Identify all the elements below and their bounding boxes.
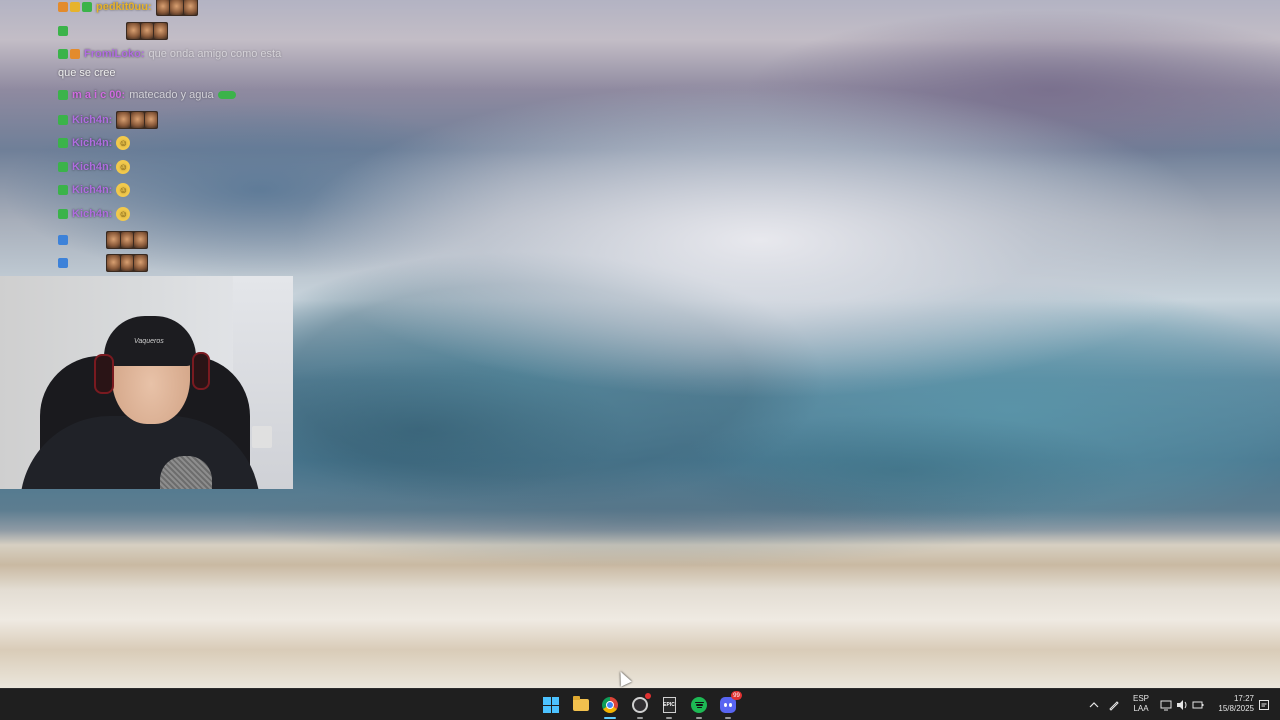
epic-games-icon: EPIC <box>662 697 676 713</box>
show-hidden-icons-button[interactable] <box>1086 697 1102 713</box>
badge-icon <box>58 49 68 59</box>
badge-icon <box>58 138 68 148</box>
chat-username: Kich4n: <box>72 114 113 126</box>
chat-line: m a i c 00: matecado y agua <box>58 86 236 104</box>
taskbar: EPIC 99 ESP LAA 17:27 15/8/2025 <box>0 688 1280 720</box>
volume-button[interactable] <box>1174 697 1190 713</box>
recording-indicator <box>645 693 651 699</box>
badge-icon <box>58 26 68 36</box>
taskbar-epic-games[interactable]: EPIC <box>657 693 681 719</box>
spotify-icon <box>691 697 707 713</box>
chat-message: que onda amigo como esta <box>148 48 282 60</box>
taskbar-discord[interactable]: 99 <box>716 691 742 719</box>
language-code: ESP <box>1132 694 1149 703</box>
chat-line <box>58 254 148 272</box>
speaker-icon <box>1177 700 1187 710</box>
taskbar-file-explorer[interactable] <box>569 693 593 717</box>
badge-icon <box>70 49 80 59</box>
emote-icon: ☺ <box>116 160 131 174</box>
emote-icon: ☺ <box>116 183 131 197</box>
chat-username: Kich4n: <box>72 184 113 196</box>
folder-icon <box>573 696 589 711</box>
emote-icon: ☺ <box>116 207 131 221</box>
keyboard-layout: LAA <box>1133 704 1149 713</box>
battery-icon <box>1192 701 1204 709</box>
active-indicator <box>604 717 616 719</box>
badge-icon <box>58 235 68 245</box>
chat-line: pedkit0uu: <box>58 0 198 16</box>
chat-line: Kich4n: ☺ <box>58 134 131 152</box>
emote-icon <box>106 254 148 272</box>
mug <box>252 426 272 448</box>
taskbar-obs[interactable] <box>628 693 652 719</box>
badge-icon <box>58 115 68 125</box>
chevron-up-icon <box>1089 702 1099 708</box>
running-indicator <box>696 717 702 719</box>
emote-icon <box>217 91 236 99</box>
chat-line: Kich4n: ☺ <box>58 181 131 199</box>
chat-username: pedkit0uu: <box>96 1 152 13</box>
chat-line <box>58 22 168 40</box>
network-button[interactable] <box>1158 697 1174 713</box>
taskbar-chrome[interactable] <box>598 693 622 719</box>
chat-line: FromiLoko: que onda amigo como esta <box>58 45 281 63</box>
chat-line: Kich4n: ☺ <box>58 205 131 223</box>
notification-icon <box>1259 700 1269 710</box>
emote-icon <box>116 111 159 129</box>
emote-icon <box>155 0 198 16</box>
badge-icon <box>58 2 68 12</box>
language-indicator[interactable]: ESP LAA <box>1128 694 1154 714</box>
chat-username: Kich4n: <box>72 161 113 173</box>
clock-date: 15/8/2025 <box>1218 704 1254 713</box>
clock-time: 17:27 <box>1233 694 1254 703</box>
chat-username: Kich4n: <box>72 208 113 220</box>
chat-line <box>58 231 148 249</box>
running-indicator <box>725 717 731 719</box>
chat-username: m a i c 00: <box>72 89 126 101</box>
badge-icon <box>70 2 80 12</box>
chrome-icon <box>602 697 618 713</box>
chat-line: Kich4n: ☺ <box>58 158 131 176</box>
taskbar-spotify[interactable] <box>687 693 711 719</box>
obs-icon <box>632 697 648 713</box>
running-indicator <box>666 717 672 719</box>
badge-icon <box>58 162 68 172</box>
system-clock[interactable]: 17:27 15/8/2025 <box>1208 694 1254 714</box>
chat-username: Kich4n: <box>72 137 113 149</box>
headphones-icon <box>192 352 210 390</box>
windows-icon <box>543 697 559 713</box>
running-indicator <box>637 717 643 719</box>
emote-icon <box>106 231 148 249</box>
badge-icon <box>58 258 68 268</box>
chat-message: matecado y agua <box>129 89 214 101</box>
pen-icon <box>1109 701 1119 711</box>
pen-input-icon[interactable] <box>1106 697 1122 713</box>
badge-icon <box>58 185 68 195</box>
beanie-logo: Vaqueros <box>134 338 164 345</box>
webcam-overlay: Vaqueros <box>0 276 293 489</box>
emote-icon: ☺ <box>116 136 131 150</box>
emote-icon <box>126 22 168 40</box>
chat-message: que se cree <box>58 67 116 79</box>
badge-icon <box>58 209 68 219</box>
notifications-button[interactable] <box>1256 697 1272 713</box>
badge-icon <box>58 90 68 100</box>
notification-badge: 99 <box>731 691 742 700</box>
start-button[interactable] <box>539 693 563 717</box>
chat-line: que se cree <box>58 64 115 82</box>
chat-username: FromiLoko: <box>84 48 145 60</box>
badge-icon <box>82 2 92 12</box>
headphones-icon <box>94 354 114 394</box>
network-icon <box>1160 700 1172 711</box>
stream-chat-overlay: pedkit0uu: FromiLoko: que onda amigo com… <box>58 0 318 275</box>
chat-line: Kich4n: <box>58 111 159 129</box>
battery-button[interactable] <box>1190 697 1206 713</box>
